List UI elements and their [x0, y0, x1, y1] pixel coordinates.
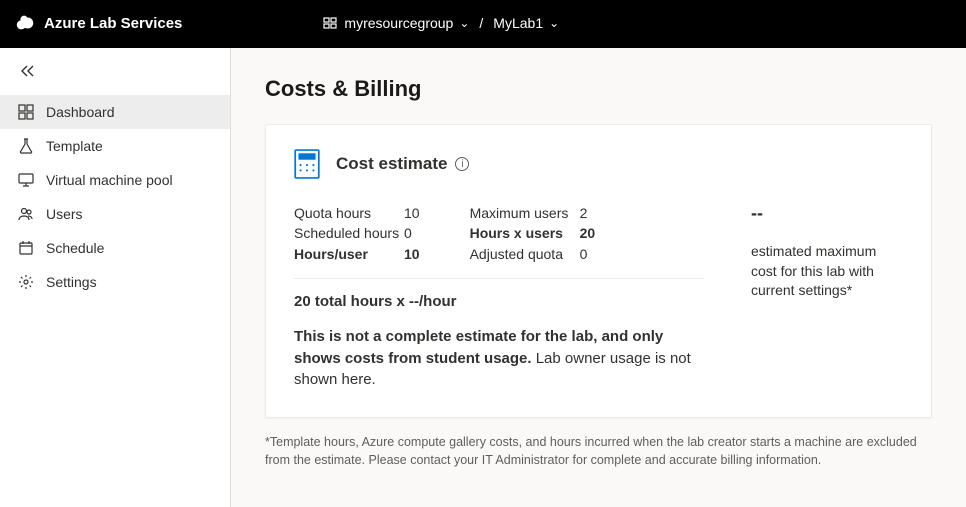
- info-icon[interactable]: i: [455, 157, 469, 171]
- breadcrumb-resource-group[interactable]: myresourcegroup ⌄: [322, 15, 469, 31]
- hours-x-users-label: Hours x users: [470, 223, 580, 243]
- breadcrumb-separator: /: [479, 15, 483, 31]
- max-users-label: Maximum users: [470, 203, 580, 223]
- hours-per-user-value: 10: [404, 244, 420, 264]
- adjusted-quota-value: 0: [580, 244, 588, 264]
- breadcrumb-lab[interactable]: MyLab1 ⌄: [493, 15, 559, 31]
- sidebar-collapse-button[interactable]: [0, 56, 230, 95]
- hours-per-user-label: Hours/user: [294, 244, 404, 264]
- chevron-down-icon: ⌄: [549, 16, 559, 30]
- users-icon: [18, 206, 34, 222]
- flask-icon: [18, 138, 34, 154]
- sidebar-item-label: Template: [46, 138, 103, 154]
- azure-lab-logo-icon: [14, 12, 36, 34]
- card-title-text: Cost estimate: [336, 154, 447, 174]
- card-header: Cost estimate i: [294, 149, 903, 179]
- scheduled-hours-value: 0: [404, 223, 412, 243]
- dashboard-icon: [18, 104, 34, 120]
- breadcrumb-lab-label: MyLab1: [493, 15, 543, 31]
- monitor-icon: [18, 172, 34, 188]
- calendar-icon: [18, 240, 34, 256]
- quota-hours-label: Quota hours: [294, 203, 404, 223]
- breadcrumb-rg-label: myresourcegroup: [344, 15, 453, 31]
- top-bar: Azure Lab Services myresourcegroup ⌄ / M…: [0, 0, 966, 48]
- brand-title: Azure Lab Services: [44, 15, 182, 32]
- brand-area[interactable]: Azure Lab Services: [14, 12, 182, 34]
- scheduled-hours-label: Scheduled hours: [294, 223, 404, 243]
- sidebar-item-label: Dashboard: [46, 104, 115, 120]
- sidebar-item-settings[interactable]: Settings: [0, 265, 230, 299]
- page-title: Costs & Billing: [265, 76, 932, 102]
- sidebar-item-users[interactable]: Users: [0, 197, 230, 231]
- disclaimer-text: This is not a complete estimate for the …: [294, 326, 704, 391]
- sidebar: Dashboard Template Virtual machine pool …: [0, 48, 231, 507]
- main-content: Costs & Billing Cost estimate i: [231, 48, 966, 507]
- cost-estimate-card: Cost estimate i Quota hours10 Scheduled …: [265, 124, 932, 418]
- sidebar-item-schedule[interactable]: Schedule: [0, 231, 230, 265]
- metrics-left-column: Quota hours10 Scheduled hours0 Hours/use…: [294, 203, 420, 264]
- footnote-text: *Template hours, Azure compute gallery c…: [265, 434, 932, 469]
- gear-icon: [18, 274, 34, 290]
- quota-hours-value: 10: [404, 203, 420, 223]
- divider: [294, 278, 704, 279]
- estimate-summary: -- estimated maximum cost for this lab w…: [733, 203, 903, 301]
- sidebar-item-label: Users: [46, 206, 83, 222]
- calculator-icon: [294, 149, 320, 179]
- sidebar-item-label: Virtual machine pool: [46, 172, 173, 188]
- metrics-grid: Quota hours10 Scheduled hours0 Hours/use…: [294, 203, 733, 264]
- totals-line: 20 total hours x --/hour: [294, 293, 733, 310]
- card-title: Cost estimate i: [336, 154, 469, 174]
- sidebar-item-dashboard[interactable]: Dashboard: [0, 95, 230, 129]
- adjusted-quota-label: Adjusted quota: [470, 244, 580, 264]
- estimate-caption: estimated maximum cost for this lab with…: [751, 242, 903, 301]
- sidebar-item-label: Settings: [46, 274, 97, 290]
- sidebar-item-label: Schedule: [46, 240, 104, 256]
- chevron-down-icon: ⌄: [459, 16, 469, 30]
- metrics-right-column: Maximum users2 Hours x users20 Adjusted …: [470, 203, 596, 264]
- sidebar-item-vm-pool[interactable]: Virtual machine pool: [0, 163, 230, 197]
- estimate-value: --: [751, 203, 903, 224]
- chevron-double-left-icon: [20, 64, 36, 81]
- max-users-value: 2: [580, 203, 588, 223]
- breadcrumb: myresourcegroup ⌄ / MyLab1 ⌄: [322, 15, 559, 31]
- sidebar-item-template[interactable]: Template: [0, 129, 230, 163]
- hours-x-users-value: 20: [580, 223, 596, 243]
- resource-group-icon: [322, 15, 338, 31]
